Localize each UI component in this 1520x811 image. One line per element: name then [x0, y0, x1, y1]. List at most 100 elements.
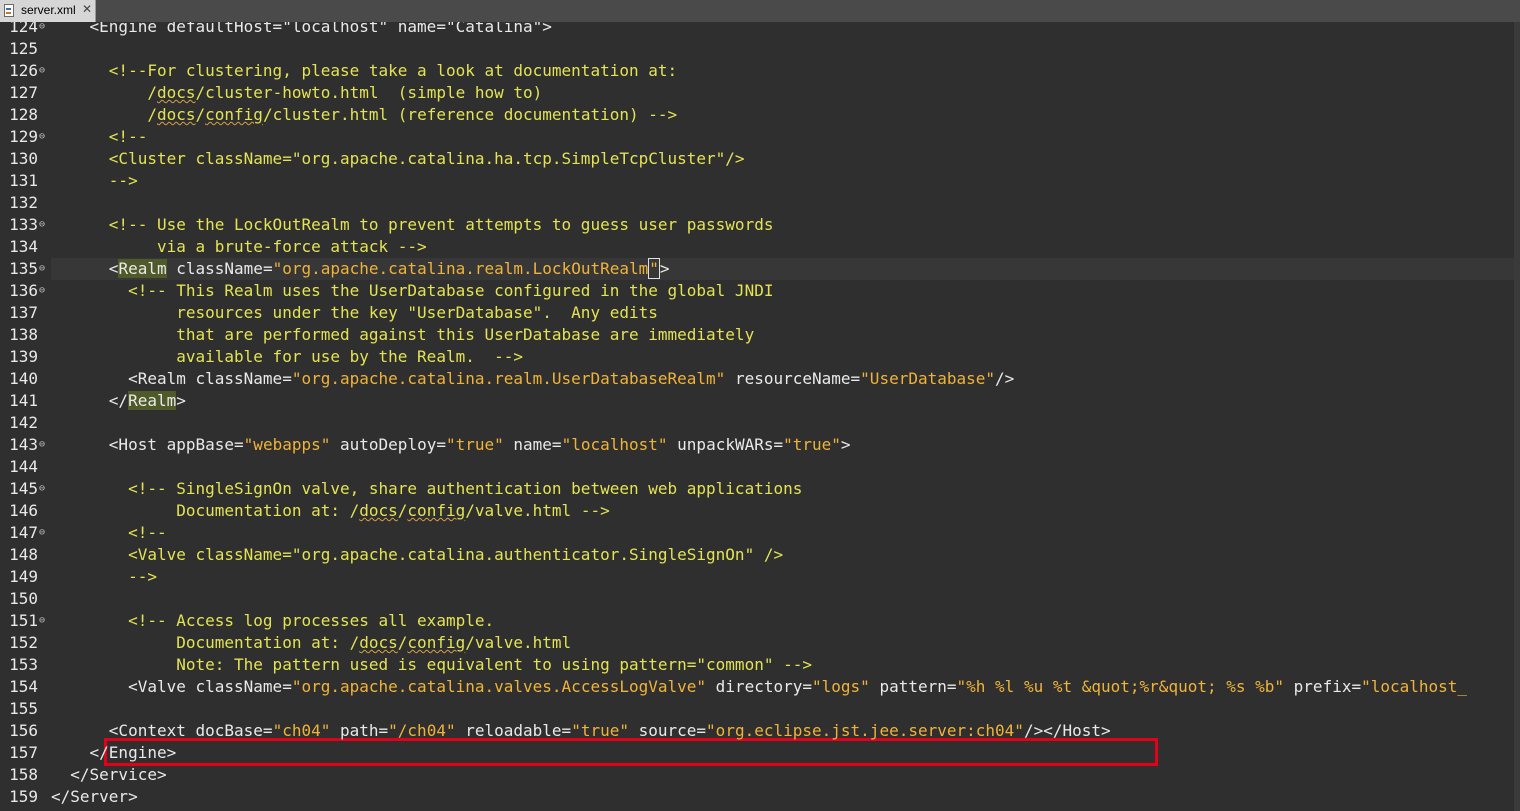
code-token: docs — [156, 105, 196, 124]
code-line[interactable]: 133 ⊖ <!-- Use the LockOutRealm to preven… — [0, 214, 1520, 236]
line-number: 158 — [9, 765, 38, 784]
code-line[interactable]: 147 ⊖ <!-- — [0, 522, 1520, 544]
code-line[interactable]: 131 --> — [0, 170, 1520, 192]
line-number: 144 — [9, 457, 38, 476]
code-line[interactable]: 156 <Context docBase="ch04" path="/ch04"… — [0, 720, 1520, 742]
code-line[interactable]: 129 ⊖ <!-- — [0, 126, 1520, 148]
fold-toggle-icon[interactable]: ⊖ — [39, 522, 49, 544]
code-line[interactable]: 134 via a brute-force attack --> — [0, 236, 1520, 258]
code-token: className= — [185, 677, 292, 696]
line-number: 155 — [9, 699, 38, 718]
code-token: <Realm — [51, 369, 186, 388]
line-number: 141 — [9, 391, 38, 410]
code-text: <!-- This Realm uses the UserDatabase co… — [51, 280, 1514, 302]
code-token: docs — [156, 83, 196, 102]
code-editor[interactable]: 124 ⊖ <Engine defaultHost="localhost" nam… — [0, 22, 1520, 811]
fold-toggle-icon[interactable]: ⊖ — [39, 434, 49, 456]
code-line[interactable]: 124 ⊖ <Engine defaultHost="localhost" nam… — [0, 22, 1520, 38]
code-line[interactable]: 158 </Service> — [0, 764, 1520, 786]
line-number: 133 — [9, 215, 38, 234]
line-number: 137 — [9, 303, 38, 322]
fold-toggle-icon[interactable]: ⊖ — [39, 478, 49, 500]
code-token: resourceName= — [725, 369, 861, 388]
code-line[interactable]: 138 that are performed against this User… — [0, 324, 1520, 346]
code-line[interactable]: 150 — [0, 588, 1520, 610]
code-line[interactable]: 159 </Server> — [0, 786, 1520, 808]
code-line[interactable]: 136 ⊖ <!-- This Realm uses the UserDataba… — [0, 280, 1520, 302]
code-text: available for use by the Realm. --> — [51, 346, 1514, 368]
line-number: 154 — [9, 677, 38, 696]
code-text: that are performed against this UserData… — [51, 324, 1514, 346]
fold-toggle-icon[interactable]: ⊖ — [39, 60, 49, 82]
code-token: </Engine> — [51, 743, 177, 762]
tab-server-xml[interactable]: server.xml ✕ — [0, 0, 96, 22]
code-line[interactable]: 152 Documentation at: /docs/config/valve… — [0, 632, 1520, 654]
code-text: <!-- Use the LockOutRealm to prevent att… — [51, 214, 1514, 236]
code-token: className= — [166, 259, 273, 278]
code-token: "org.apache.catalina.valves.AccessLogVal… — [291, 677, 707, 696]
code-token: "true" — [783, 435, 841, 454]
code-line[interactable]: 126 ⊖ <!--For clustering, please take a l… — [0, 60, 1520, 82]
line-number: 156 — [9, 721, 38, 740]
code-line[interactable]: 146 Documentation at: /docs/config/valve… — [0, 500, 1520, 522]
code-text: <!-- SingleSignOn valve, share authentic… — [51, 478, 1514, 500]
code-token: path= — [330, 721, 389, 740]
code-token: --> — [51, 171, 138, 190]
code-token: > — [840, 435, 851, 454]
code-line[interactable]: 125 — [0, 38, 1520, 60]
code-line[interactable]: 144 — [0, 456, 1520, 478]
fold-toggle-icon[interactable]: ⊖ — [39, 126, 49, 148]
code-token: <Engine defaultHost="localhost" name="Ca… — [51, 22, 552, 36]
fold-toggle-icon[interactable]: ⊖ — [39, 610, 49, 632]
code-token: <Valve className="org.apache.catalina.au… — [51, 545, 784, 564]
code-line[interactable]: 155 — [0, 698, 1520, 720]
code-token: <Cluster className="org.apache.catalina.… — [51, 149, 745, 168]
code-line[interactable]: 135 ⊖ <Realm className="org.apache.catali… — [0, 258, 1520, 280]
code-line[interactable]: 154 <Valve className="org.apache.catalin… — [0, 676, 1520, 698]
code-token: <Valve — [51, 677, 186, 696]
code-line[interactable]: 151 ⊖ <!-- Access log processes all examp… — [0, 610, 1520, 632]
code-line[interactable]: 143 ⊖ <Host appBase="webapps" autoDeploy=… — [0, 434, 1520, 456]
code-line[interactable]: 149 --> — [0, 566, 1520, 588]
code-line[interactable]: 128 /docs/config/cluster.html (reference… — [0, 104, 1520, 126]
code-text: </Server> — [51, 786, 1514, 808]
code-line[interactable]: 142 — [0, 412, 1520, 434]
line-number: 151 — [9, 611, 38, 630]
code-token: config — [407, 501, 466, 520]
line-number: 143 — [9, 435, 38, 454]
code-token: <!--For clustering, please take a look a… — [51, 61, 678, 80]
code-token: available for use by the Realm. --> — [51, 347, 524, 366]
code-text: <Realm className="org.apache.catalina.re… — [51, 258, 1514, 280]
code-line[interactable]: 127 /docs/cluster-howto.html (simple how… — [0, 82, 1520, 104]
line-number: 149 — [9, 567, 38, 586]
code-token: / — [397, 501, 408, 520]
code-token: <!-- This Realm uses the UserDatabase co… — [51, 281, 774, 300]
code-text: via a brute-force attack --> — [51, 236, 1514, 258]
code-line[interactable]: 148 <Valve className="org.apache.catalin… — [0, 544, 1520, 566]
fold-toggle-icon[interactable]: ⊖ — [39, 22, 49, 38]
fold-toggle-icon[interactable]: ⊖ — [39, 280, 49, 302]
code-token: resources under the key "UserDatabase". … — [51, 303, 658, 322]
code-token: "org.apache.catalina.realm.LockOutRealm — [272, 259, 649, 278]
code-token: "ch04" — [272, 721, 331, 740]
code-text: <Valve className="org.apache.catalina.au… — [51, 544, 1514, 566]
fold-toggle-icon[interactable]: ⊖ — [39, 214, 49, 236]
code-token: </Server> — [51, 787, 138, 806]
code-line[interactable]: 141 </Realm> — [0, 390, 1520, 412]
code-line[interactable]: 145 ⊖ <!-- SingleSignOn valve, share auth… — [0, 478, 1520, 500]
line-number: 153 — [9, 655, 38, 674]
code-line[interactable]: 139 available for use by the Realm. --> — [0, 346, 1520, 368]
code-line[interactable]: 140 <Realm className="org.apache.catalin… — [0, 368, 1520, 390]
code-token: Documentation at: / — [51, 633, 360, 652]
code-line[interactable]: 132 — [0, 192, 1520, 214]
fold-toggle-icon[interactable]: ⊖ — [39, 258, 49, 280]
code-token: > — [659, 259, 670, 278]
code-line[interactable]: 157 </Engine> — [0, 742, 1520, 764]
code-text: <Engine defaultHost="localhost" name="Ca… — [51, 22, 1514, 38]
code-line[interactable]: 137 resources under the key "UserDatabas… — [0, 302, 1520, 324]
close-tab-icon[interactable]: ✕ — [82, 2, 92, 16]
code-token: className= — [185, 369, 292, 388]
code-line[interactable]: 130 <Cluster className="org.apache.catal… — [0, 148, 1520, 170]
xml-file-icon — [4, 4, 14, 17]
code-line[interactable]: 153 Note: The pattern used is equivalent… — [0, 654, 1520, 676]
